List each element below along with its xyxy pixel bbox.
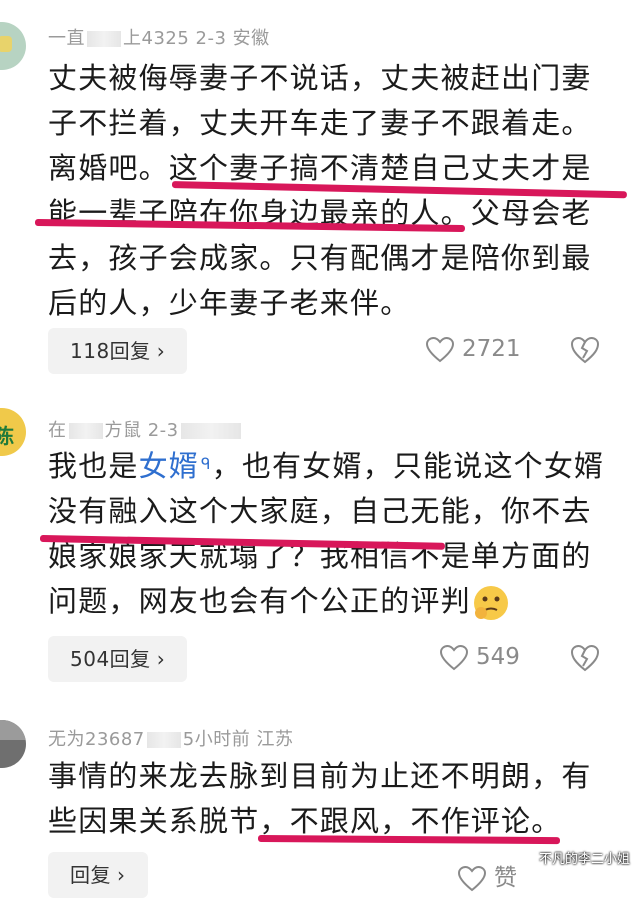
blurred-text	[87, 31, 121, 47]
avatar[interactable]	[0, 22, 26, 70]
reply-button[interactable]: 504回复 ›	[48, 636, 188, 682]
comment-text: 事情的来龙去脉到目前为止还不明朗，有些因果关系脱节，不跟风，不作评论。	[48, 759, 592, 838]
comment-meta: 一直 上4325 2-3 安徽	[48, 24, 270, 50]
heart-icon	[425, 336, 455, 362]
blurred-text	[180, 423, 241, 439]
chevron-right-icon: ›	[156, 339, 166, 363]
meta-info: 方鼠 2-3	[104, 420, 179, 441]
username[interactable]: 无为23687	[48, 729, 145, 750]
username[interactable]: 在	[48, 420, 67, 441]
chevron-right-icon: ›	[117, 863, 126, 887]
blurred-text	[68, 423, 103, 439]
reply-button[interactable]: 118回复 ›	[48, 328, 188, 374]
avatar[interactable]: 陈	[0, 408, 26, 456]
heart-icon	[457, 865, 487, 891]
meta-info: 上4325 2-3 安徽	[123, 28, 270, 49]
comment-meta: 在 方鼠 2-3	[48, 416, 243, 442]
reply-button[interactable]: 回复 ›	[48, 852, 148, 898]
heart-icon	[439, 644, 469, 670]
username[interactable]: 一直	[48, 28, 85, 49]
thinking-emoji-icon	[471, 583, 511, 623]
like-button[interactable]: 赞	[457, 858, 517, 892]
search-icon: ᑫ	[201, 455, 212, 473]
dislike-icon[interactable]	[570, 644, 600, 676]
comment-text: 我也是女婿 ᑫ，也有女婿，只能说这个女婿没有融入这个大家庭，自己无能，你不去娘家娘…	[48, 444, 618, 624]
like-button[interactable]: 2721	[425, 336, 521, 363]
avatar[interactable]	[0, 720, 26, 768]
chevron-right-icon: ›	[156, 647, 166, 671]
meta-info: 5小时前 江苏	[182, 729, 294, 750]
blurred-text	[146, 732, 181, 748]
keyword-link[interactable]: 女婿 ᑫ	[139, 449, 212, 483]
watermark: 不凡的李二小姐	[538, 852, 630, 867]
like-button[interactable]: 549	[439, 644, 520, 671]
comment-meta: 无为23687 5小时前 江苏	[48, 725, 293, 751]
dislike-icon[interactable]	[570, 336, 600, 368]
